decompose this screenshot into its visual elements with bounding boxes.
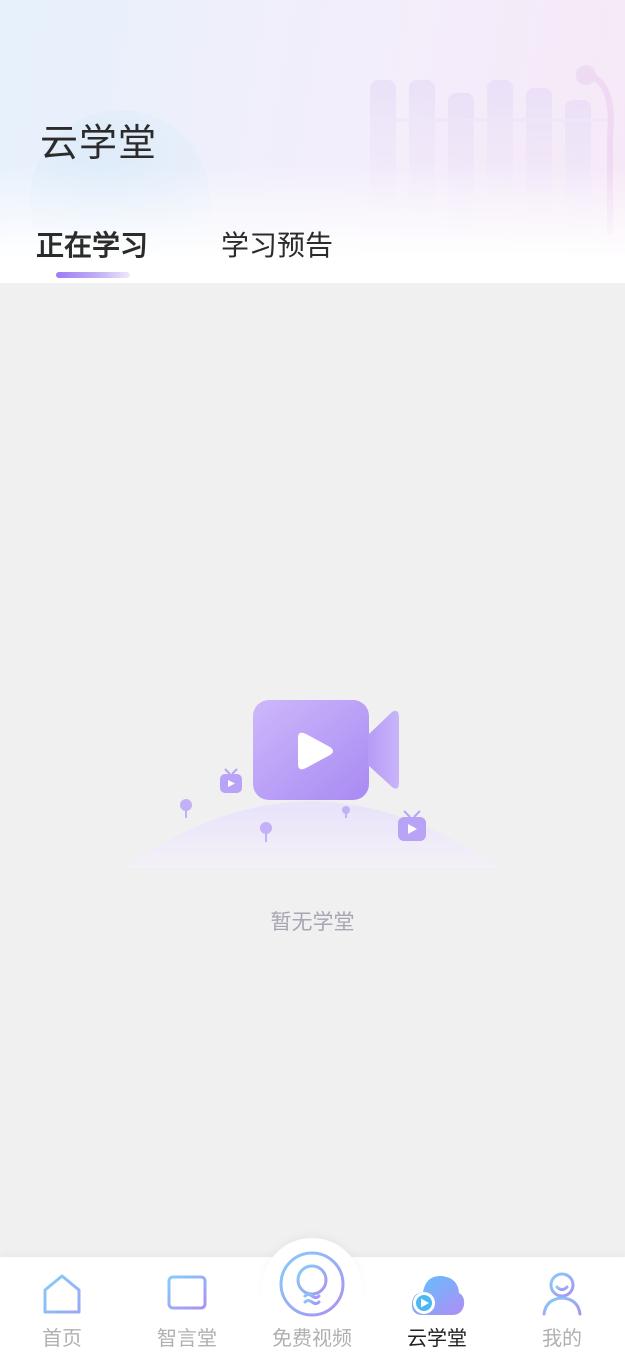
empty-state-illustration (125, 700, 498, 868)
active-tab-indicator (56, 272, 130, 278)
empty-state-message: 暂无学堂 (270, 910, 355, 934)
small-tv-icon-right (398, 810, 426, 841)
cloud-play-icon (411, 1275, 465, 1315)
book-icon (167, 1275, 207, 1311)
home-icon (43, 1274, 81, 1314)
small-tv-icon-left (220, 768, 242, 793)
nav-label-yunxuetang: 云学堂 (407, 1326, 467, 1350)
nav-label-free-video: 免费视频 (272, 1326, 352, 1350)
video-camera-icon (253, 700, 399, 800)
app-screen: 云学堂 正在学习 学习预告 暂无学堂 首页 智言堂 免费视频 云学堂 我的 (0, 0, 625, 1357)
lightbulb-icon (279, 1251, 345, 1317)
nav-item-mine[interactable]: 我的 (512, 1257, 612, 1357)
tab-preview[interactable]: 学习预告 (221, 224, 333, 264)
nav-label-zhiyantang: 智言堂 (157, 1326, 217, 1350)
tab-studying[interactable]: 正在学习 (36, 224, 148, 264)
nav-item-free-video[interactable]: 免费视频 (262, 1251, 362, 1357)
page-title: 云学堂 (40, 121, 158, 165)
user-icon (542, 1272, 582, 1316)
nav-item-yunxuetang[interactable]: 云学堂 (387, 1257, 487, 1357)
nav-item-home[interactable]: 首页 (12, 1257, 112, 1357)
nav-item-zhiyantang[interactable]: 智言堂 (137, 1257, 237, 1357)
header-decor-bars (370, 65, 614, 243)
header: 云学堂 正在学习 学习预告 (0, 0, 625, 283)
nav-label-mine: 我的 (542, 1326, 582, 1350)
nav-label-home: 首页 (42, 1326, 82, 1350)
